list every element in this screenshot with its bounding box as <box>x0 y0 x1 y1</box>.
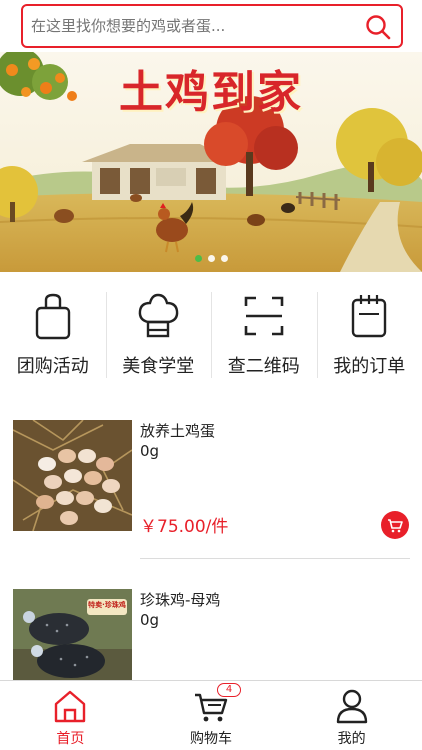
search-input[interactable] <box>31 6 351 46</box>
nav-my-orders[interactable]: 我的订单 <box>316 290 422 382</box>
product-price: ￥75.00/件 <box>140 517 229 537</box>
search-icon[interactable] <box>363 12 393 42</box>
notepad-icon <box>352 295 387 338</box>
tab-profile-label: 我的 <box>337 731 366 747</box>
chef-hat-icon <box>138 293 179 338</box>
promo-banner[interactable]: 土鸡到家 <box>0 52 422 272</box>
divider <box>140 558 410 559</box>
nav-group-buy[interactable]: 团购活动 <box>0 290 106 382</box>
nav-scan-qrcode[interactable]: 查二维码 <box>211 290 317 382</box>
bottom-tab-bar: 首页 购物车 我的 4 <box>0 680 422 750</box>
tab-cart-label: 购物车 <box>190 731 232 747</box>
scan-frame-icon <box>244 296 284 336</box>
product-image-eggs[interactable] <box>13 420 132 531</box>
cart-icon <box>388 519 403 533</box>
nav-scan-qrcode-label: 查二维码 <box>227 356 300 377</box>
nav-food-school[interactable]: 美食学堂 <box>105 290 212 382</box>
product-name: 珍珠鸡-母鸡 <box>140 591 221 609</box>
search-box <box>21 4 403 48</box>
carousel-dot-2[interactable] <box>207 255 215 262</box>
product-name: 放养土鸡蛋 <box>140 422 216 440</box>
home-icon <box>55 690 86 723</box>
user-icon <box>336 689 367 724</box>
carousel-dot-1[interactable] <box>194 255 202 262</box>
tab-home-label: 首页 <box>56 731 85 747</box>
product-item[interactable]: 放养土鸡蛋 0g ￥75.00/件 <box>0 420 422 570</box>
quick-nav: 团购活动 美食学堂 查二维码 我的订单 <box>0 290 422 382</box>
carousel-dot-3[interactable] <box>220 255 228 262</box>
banner-title: 土鸡到家 <box>119 67 303 118</box>
search-bar <box>0 0 422 52</box>
nav-my-orders-label: 我的订单 <box>333 356 406 377</box>
cart-count-badge: 4 <box>217 683 241 697</box>
add-to-cart-button[interactable] <box>381 511 409 539</box>
nav-food-school-label: 美食学堂 <box>122 356 195 377</box>
product-weight: 0g <box>140 611 160 629</box>
carousel-indicator <box>0 247 422 266</box>
product-image-sign: 特卖·珍珠鸡 <box>88 601 126 609</box>
tab-home[interactable]: 首页 <box>0 681 141 750</box>
product-weight: 0g <box>140 442 160 460</box>
tab-profile[interactable]: 我的 <box>281 681 422 750</box>
shopping-bag-icon <box>35 293 70 340</box>
tab-cart[interactable]: 购物车 <box>141 681 282 750</box>
nav-group-buy-label: 团购活动 <box>16 356 89 377</box>
